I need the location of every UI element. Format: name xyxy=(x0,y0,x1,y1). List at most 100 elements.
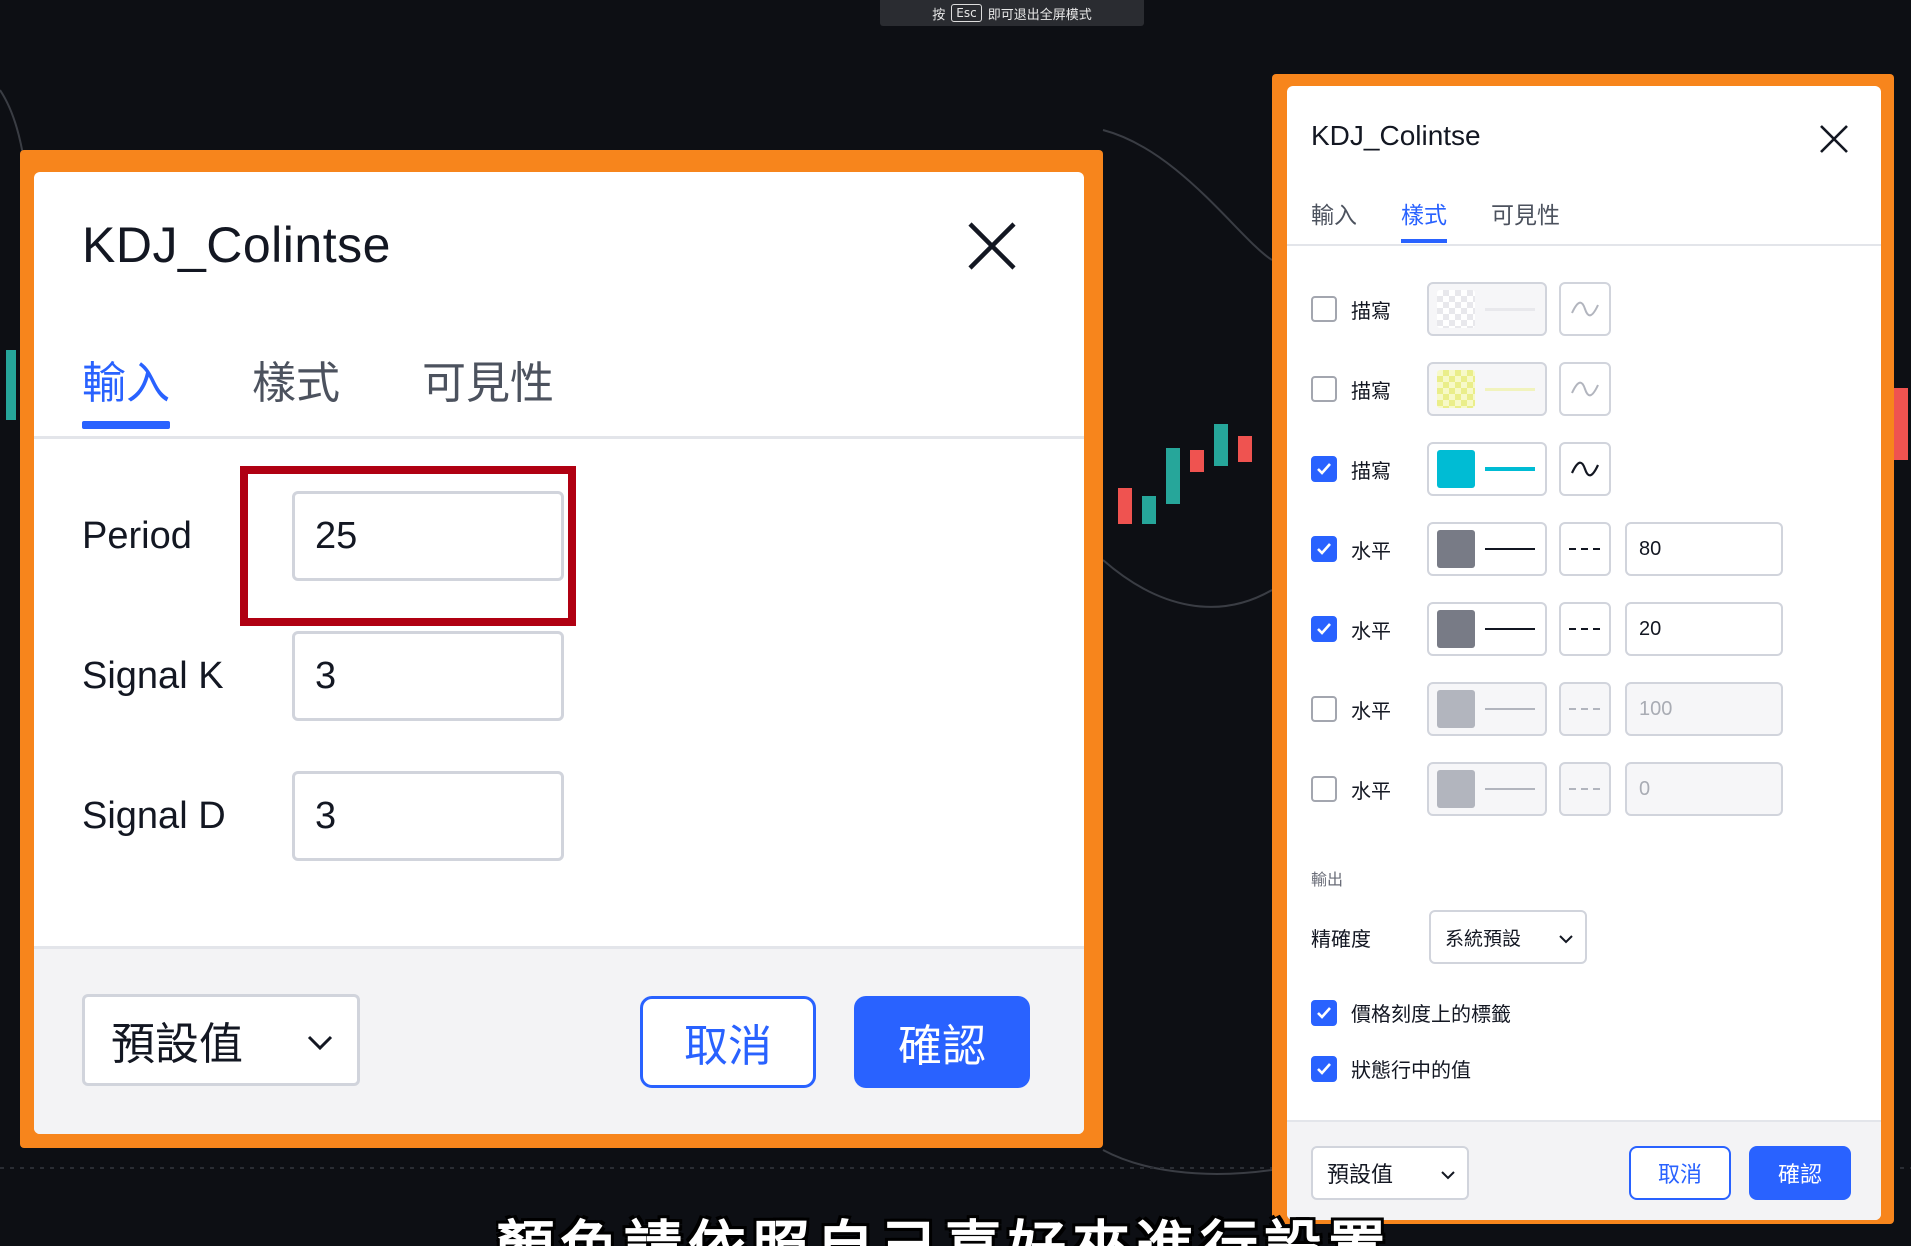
period-highlight-box xyxy=(240,466,576,626)
level-value-input[interactable]: 0 xyxy=(1625,762,1783,816)
signal-d-row: Signal D 3 xyxy=(82,770,564,862)
level-row: 水平 80 xyxy=(1311,522,1783,576)
line-preview xyxy=(1485,307,1535,311)
line-style-button[interactable] xyxy=(1559,602,1611,656)
plot-checkbox[interactable] xyxy=(1311,456,1337,482)
level-label: 水平 xyxy=(1351,538,1391,563)
level-value-input[interactable]: 100 xyxy=(1625,682,1783,736)
tab-bar: 輸入 樣式 可見性 xyxy=(1311,196,1560,243)
chevron-down-icon xyxy=(1441,1171,1455,1180)
level-color-swatch[interactable] xyxy=(1427,762,1547,816)
plot-row: 描寫 xyxy=(1311,282,1611,336)
esc-key-badge: Esc xyxy=(951,4,982,22)
checkmark-icon xyxy=(1317,463,1331,475)
line-preview xyxy=(1485,628,1535,630)
wave-icon xyxy=(1571,301,1599,317)
dialog-title: KDJ_Colintse xyxy=(82,217,391,273)
level-value-input[interactable]: 80 xyxy=(1625,522,1783,576)
checkmark-icon xyxy=(1317,1006,1331,1019)
confirm-button[interactable]: 確認 xyxy=(1749,1146,1851,1200)
chevron-down-icon xyxy=(1559,935,1573,944)
plot-type-button[interactable] xyxy=(1559,442,1611,496)
tab-bar: 輸入 樣式 可見性 xyxy=(82,347,554,429)
tab-inputs[interactable]: 輸入 xyxy=(1311,196,1357,230)
line-preview xyxy=(1485,548,1535,550)
cancel-button[interactable]: 取消 xyxy=(1629,1146,1731,1200)
tab-inputs[interactable]: 輸入 xyxy=(82,347,170,429)
output-section-label: 輸出 xyxy=(1311,870,1344,889)
line-preview xyxy=(1485,788,1535,790)
wave-icon xyxy=(1571,461,1599,477)
line-preview xyxy=(1485,387,1535,391)
preset-dropdown[interactable]: 預設值 xyxy=(1311,1146,1469,1200)
line-preview xyxy=(1485,467,1535,471)
level-label: 水平 xyxy=(1351,698,1391,723)
indicator-settings-dialog-style: KDJ_Colintse 輸入 樣式 可見性 描寫 描寫 描寫 水平 80 水平… xyxy=(1287,86,1881,1220)
precision-row: 精確度 系統預設 xyxy=(1311,910,1587,964)
level-checkbox[interactable] xyxy=(1311,536,1337,562)
line-preview xyxy=(1485,708,1535,710)
plot-color-swatch[interactable] xyxy=(1427,442,1547,496)
confirm-button[interactable]: 確認 xyxy=(854,996,1030,1088)
color-chip xyxy=(1437,290,1475,328)
level-checkbox[interactable] xyxy=(1311,696,1337,722)
preset-label: 預設值 xyxy=(111,1019,243,1070)
level-color-swatch[interactable] xyxy=(1427,682,1547,736)
close-icon[interactable] xyxy=(1817,122,1851,156)
plot-row: 描寫 xyxy=(1311,362,1611,416)
color-chip xyxy=(1437,370,1475,408)
plot-label: 描寫 xyxy=(1351,378,1391,403)
level-label: 水平 xyxy=(1351,778,1391,803)
hint-suffix: 即可退出全屏模式 xyxy=(987,7,1092,23)
signal-d-label: Signal D xyxy=(82,794,226,837)
level-checkbox[interactable] xyxy=(1311,776,1337,802)
level-checkbox[interactable] xyxy=(1311,616,1337,642)
level-row: 水平 20 xyxy=(1311,602,1783,656)
cancel-button[interactable]: 取消 xyxy=(640,996,816,1088)
tab-style[interactable]: 樣式 xyxy=(252,347,340,409)
signal-k-label: Signal K xyxy=(82,654,224,697)
price-scale-label-checkbox[interactable] xyxy=(1311,999,1337,1026)
level-color-swatch[interactable] xyxy=(1427,602,1547,656)
level-label: 水平 xyxy=(1351,618,1391,643)
signal-k-input[interactable]: 3 xyxy=(292,631,564,721)
level-row: 水平 0 xyxy=(1311,762,1783,816)
divider xyxy=(1287,244,1881,246)
plot-label: 描寫 xyxy=(1351,298,1391,323)
tab-visibility[interactable]: 可見性 xyxy=(1491,196,1560,230)
line-style-button[interactable] xyxy=(1559,682,1611,736)
color-chip xyxy=(1437,690,1475,728)
line-style-button[interactable] xyxy=(1559,762,1611,816)
dashed-line-icon xyxy=(1569,788,1601,790)
video-subtitle: 顏色請依照自己喜好來進行設置 xyxy=(496,1200,1556,1246)
plot-color-swatch[interactable] xyxy=(1427,362,1547,416)
plot-label: 描寫 xyxy=(1351,458,1391,483)
signal-d-input[interactable]: 3 xyxy=(292,771,564,861)
tab-visibility[interactable]: 可見性 xyxy=(422,347,554,409)
price-scale-label-row: 價格刻度上的標籤 xyxy=(1311,998,1511,1027)
line-style-button[interactable] xyxy=(1559,522,1611,576)
plot-checkbox[interactable] xyxy=(1311,296,1337,322)
color-chip xyxy=(1437,530,1475,568)
plot-color-swatch[interactable] xyxy=(1427,282,1547,336)
divider xyxy=(34,436,1084,439)
preset-dropdown[interactable]: 預設值 xyxy=(82,994,360,1086)
plot-type-button[interactable] xyxy=(1559,362,1611,416)
precision-dropdown[interactable]: 系統預設 xyxy=(1429,910,1587,964)
tab-style[interactable]: 樣式 xyxy=(1401,196,1447,243)
color-chip xyxy=(1437,770,1475,808)
close-icon[interactable] xyxy=(964,218,1020,274)
dialog-title: KDJ_Colintse xyxy=(1311,120,1481,151)
plot-checkbox[interactable] xyxy=(1311,376,1337,402)
checkmark-icon xyxy=(1317,543,1331,555)
indicator-settings-dialog-zoomed: KDJ_Colintse 輸入 樣式 可見性 Period 25 Signal … xyxy=(34,172,1084,1134)
level-color-swatch[interactable] xyxy=(1427,522,1547,576)
wave-icon xyxy=(1571,381,1599,397)
price-scale-label-text: 價格刻度上的標籤 xyxy=(1351,1002,1511,1026)
status-line-value-checkbox[interactable] xyxy=(1311,1055,1337,1082)
plot-type-button[interactable] xyxy=(1559,282,1611,336)
precision-value: 系統預設 xyxy=(1445,927,1522,950)
level-value-input[interactable]: 20 xyxy=(1625,602,1783,656)
chevron-down-icon xyxy=(307,1035,333,1051)
status-line-value-text: 狀態行中的值 xyxy=(1351,1058,1471,1082)
